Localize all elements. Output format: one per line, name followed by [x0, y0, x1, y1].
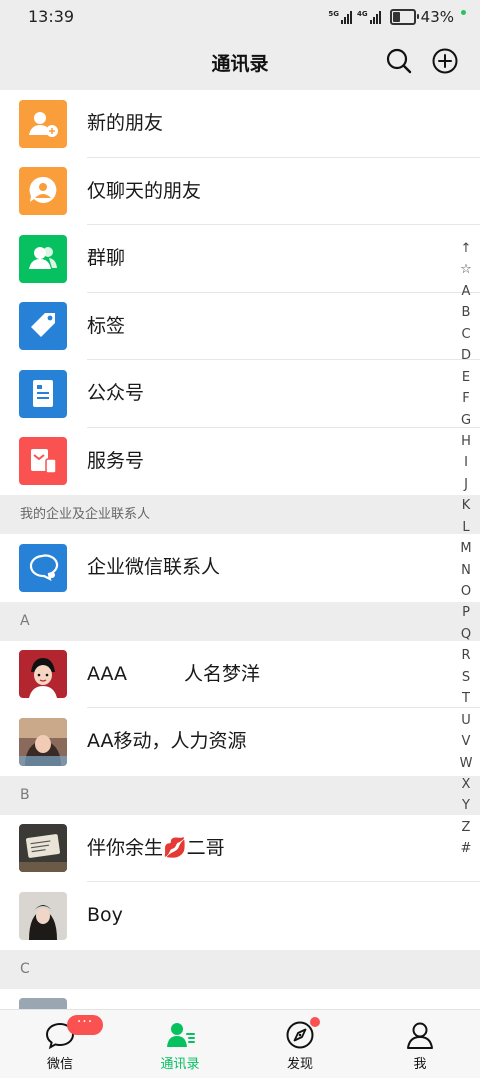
entry-label: 仅聊天的朋友 — [87, 179, 202, 202]
index-letter[interactable]: ☆ — [454, 259, 478, 280]
contact-name: AAA 人名梦洋 — [87, 662, 261, 685]
index-letter[interactable]: W — [454, 753, 478, 774]
index-letter[interactable]: J — [454, 474, 478, 495]
tab-label: 我 — [413, 1057, 427, 1072]
photo-avatar — [19, 717, 67, 766]
service-account-icon — [19, 437, 67, 485]
status-time: 13:39 — [28, 7, 75, 26]
tag-icon — [19, 302, 67, 350]
entry-work-contacts[interactable]: 企业微信联系人 — [0, 534, 480, 602]
section-header-enterprise: 我的企业及企业联系人 — [0, 495, 480, 534]
index-letter[interactable]: S — [454, 667, 478, 688]
status-indicators: 5G 4G 43% — [328, 6, 466, 28]
index-letter[interactable]: V — [454, 731, 478, 752]
discover-red-dot — [310, 1017, 320, 1027]
index-letter[interactable]: D — [454, 345, 478, 366]
index-letter[interactable]: Y — [454, 795, 478, 816]
note-photo-avatar — [19, 824, 67, 872]
index-letter[interactable]: P — [454, 602, 478, 623]
add-friend-icon — [19, 99, 67, 148]
index-letter[interactable]: C — [454, 324, 478, 345]
entry-chat-only-friends[interactable]: 仅聊天的朋友 — [0, 157, 480, 225]
entry-label: 标签 — [87, 314, 126, 337]
index-letter[interactable]: Z — [454, 817, 478, 838]
tab-label: 通讯录 — [160, 1057, 200, 1072]
index-letter[interactable]: A — [454, 281, 478, 302]
entry-label: 公众号 — [87, 382, 145, 404]
contact-row[interactable]: 伴你余生💋二哥 — [0, 814, 480, 882]
cartoon-avatar — [19, 650, 67, 698]
tab-label: 发现 — [286, 1057, 313, 1072]
official-account-icon — [19, 369, 67, 418]
portrait-avatar — [19, 891, 67, 940]
tab-label: 微信 — [46, 1057, 73, 1072]
section-header-letter: B — [0, 775, 480, 815]
status-dot — [461, 9, 466, 15]
person-icon — [407, 1022, 433, 1049]
contacts-icon — [167, 1023, 195, 1047]
tab-contacts[interactable]: 通讯录 — [120, 1010, 240, 1078]
index-letter[interactable]: Q — [454, 624, 478, 645]
index-letter[interactable]: U — [454, 710, 478, 731]
contact-name: AA移动，人力资源 — [87, 730, 247, 752]
work-chat-icon — [19, 543, 67, 592]
entry-tags[interactable]: 标签 — [0, 292, 480, 360]
index-letter[interactable]: T — [454, 688, 478, 709]
status-bar: 13:39 5G 4G 43% — [0, 0, 480, 34]
tab-me[interactable]: 我 — [360, 1010, 480, 1078]
group-chat-icon — [19, 234, 67, 283]
index-letter[interactable]: R — [454, 645, 478, 666]
cellular-5g-label: 5G — [328, 9, 340, 18]
entry-label: 新的朋友 — [87, 112, 164, 134]
chat-only-friend-icon — [19, 167, 67, 215]
index-letter[interactable]: B — [454, 302, 478, 323]
tab-chats[interactable]: ··· 微信 — [0, 1010, 120, 1078]
cellular-4g-label: 4G — [357, 9, 368, 18]
title-bar: 通讯录 — [0, 34, 480, 90]
contact-name: 伴你余生💋二哥 — [87, 836, 225, 859]
entry-label: 企业微信联系人 — [87, 556, 221, 578]
section-header-letter: A — [0, 601, 480, 641]
tab-discover[interactable]: 发现 — [240, 1010, 360, 1078]
entry-official-accounts[interactable]: 公众号 — [0, 360, 480, 428]
index-letter[interactable]: N — [454, 560, 478, 581]
section-header-letter: C — [0, 949, 480, 989]
index-letter[interactable]: K — [454, 495, 478, 516]
index-letter[interactable]: L — [454, 517, 478, 538]
index-letter[interactable]: E — [454, 367, 478, 388]
bottom-tab-bar: ··· 微信 通讯录 发现 我 — [0, 1009, 480, 1078]
index-letter[interactable]: X — [454, 774, 478, 795]
index-letter[interactable]: F — [454, 388, 478, 409]
contact-name: Boy — [87, 904, 123, 926]
index-letter[interactable]: I — [454, 452, 478, 473]
entry-label: 群聊 — [87, 247, 126, 269]
plus-circle-icon[interactable] — [430, 46, 460, 76]
cellular-5g-icon: 5G — [328, 9, 353, 24]
cellular-4g-icon: 4G — [357, 9, 381, 24]
index-letter[interactable]: M — [454, 538, 478, 559]
search-icon[interactable] — [384, 46, 414, 76]
alphabet-index-bar[interactable]: ↑ ☆ A B C D E F G H I J K L M N O P Q R S T U V W X Y Z # — [454, 238, 478, 860]
entry-new-friends[interactable]: 新的朋友 — [0, 90, 480, 158]
index-letter[interactable]: ↑ — [454, 238, 478, 259]
contact-row[interactable]: AAA 人名梦洋 — [0, 640, 480, 708]
battery-percent: 43% — [420, 8, 454, 26]
entry-group-chats[interactable]: 群聊 — [0, 225, 480, 293]
index-letter[interactable]: G — [454, 410, 478, 431]
index-letter[interactable]: O — [454, 581, 478, 602]
battery-icon — [389, 9, 419, 25]
contacts-list: 新的朋友 仅聊天的朋友 群聊 标签 公众号 服务号 我的企业及企业联系人 企业微… — [0, 90, 480, 1056]
contact-row[interactable]: Boy — [0, 882, 480, 950]
contact-row[interactable]: AA移动，人力资源 — [0, 708, 480, 776]
index-letter[interactable]: H — [454, 431, 478, 452]
entry-service-accounts[interactable]: 服务号 — [0, 427, 480, 495]
index-letter[interactable]: # — [454, 838, 478, 859]
unread-badge: ··· — [67, 1015, 103, 1035]
entry-label: 服务号 — [87, 449, 145, 472]
